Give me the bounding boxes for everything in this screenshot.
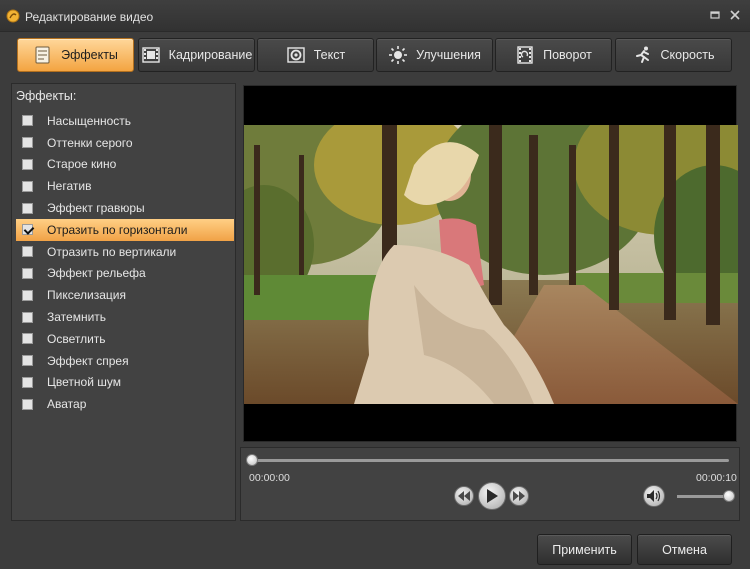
checkbox-checked[interactable]: [22, 224, 33, 236]
effect-label: Пикселизация: [47, 288, 126, 303]
effects-list: Насыщенность Оттенки серого Старое кино …: [12, 110, 236, 415]
effect-item-pixelate[interactable]: Пикселизация: [12, 284, 236, 306]
effect-label: Негатив: [47, 179, 92, 194]
close-icon[interactable]: [728, 9, 742, 23]
rotate-icon: [517, 46, 533, 64]
tab-label: Скорость: [660, 48, 715, 62]
checkbox[interactable]: [22, 311, 33, 323]
effect-label: Отразить по горизонтали: [47, 222, 188, 237]
effect-label: Насыщенность: [47, 113, 132, 128]
effect-item-spray[interactable]: Эффект спрея: [12, 350, 236, 372]
apply-button[interactable]: Применить: [537, 534, 632, 565]
effect-label: Эффект спрея: [47, 353, 129, 368]
effect-label: Эффект гравюры: [47, 201, 145, 216]
volume-slider-track[interactable]: [677, 495, 729, 498]
skip-forward-button[interactable]: [509, 486, 529, 506]
total-time: 00:00:10: [696, 472, 737, 484]
video-preview[interactable]: [243, 85, 738, 442]
checkbox[interactable]: [22, 158, 33, 170]
volume-slider-handle[interactable]: [723, 490, 735, 502]
seek-bar[interactable]: [251, 459, 729, 462]
skip-back-button[interactable]: [454, 486, 474, 506]
effect-label: Аватар: [47, 397, 87, 412]
tab-rotate[interactable]: Поворот: [495, 38, 612, 72]
window-title: Редактирование видео: [25, 10, 154, 24]
checkbox[interactable]: [22, 355, 33, 367]
effect-label: Затемнить: [47, 310, 107, 325]
effect-item-color-noise[interactable]: Цветной шум: [12, 372, 236, 394]
cancel-button[interactable]: Отмена: [637, 534, 732, 565]
checkbox[interactable]: [22, 180, 33, 192]
effect-item-flip-horizontal[interactable]: Отразить по горизонтали: [16, 218, 234, 241]
effects-icon: [35, 46, 50, 64]
app-logo-icon: [6, 9, 20, 23]
tab-enhance[interactable]: Улучшения: [376, 38, 493, 72]
effect-item-emboss[interactable]: Эффект рельефа: [12, 263, 236, 285]
sun-icon: [389, 46, 408, 64]
video-frame: [244, 125, 738, 404]
video-edit-window: Редактирование видео Эффекты Кадрировани…: [0, 0, 750, 569]
checkbox[interactable]: [22, 376, 33, 388]
speaker-icon: [647, 490, 661, 502]
checkbox[interactable]: [22, 137, 33, 149]
tab-label: Поворот: [543, 48, 592, 62]
play-icon: [487, 489, 498, 503]
checkbox[interactable]: [22, 289, 33, 301]
tab-label: Эффекты: [61, 48, 118, 62]
checkbox[interactable]: [22, 398, 33, 410]
effect-item-flip-vertical[interactable]: Отразить по вертикали: [12, 241, 236, 263]
effect-item-engraving[interactable]: Эффект гравюры: [12, 197, 236, 219]
tab-label: Улучшения: [416, 48, 481, 62]
checkbox[interactable]: [22, 333, 33, 345]
effect-item-darken[interactable]: Затемнить: [12, 306, 236, 328]
tab-effects[interactable]: Эффекты: [17, 38, 134, 72]
seek-handle[interactable]: [246, 454, 258, 466]
running-man-icon: [635, 46, 649, 63]
tab-text[interactable]: Текст: [257, 38, 374, 72]
effect-item-saturation[interactable]: Насыщенность: [12, 110, 236, 132]
effect-label: Отразить по вертикали: [47, 244, 177, 259]
effect-item-avatar[interactable]: Аватар: [12, 393, 236, 415]
tab-bar: Эффекты Кадрирование Текст Улучшения Пов…: [14, 38, 738, 74]
play-button[interactable]: [478, 482, 506, 510]
effect-item-grayscale[interactable]: Оттенки серого: [12, 132, 236, 154]
crop-film-icon: [141, 47, 160, 63]
effect-item-old-film[interactable]: Старое кино: [12, 154, 236, 176]
tab-speed[interactable]: Скорость: [615, 38, 732, 72]
tab-label: Кадрирование: [168, 48, 253, 62]
checkbox[interactable]: [22, 115, 33, 127]
effect-label: Оттенки серого: [47, 135, 133, 150]
checkbox[interactable]: [22, 267, 33, 279]
playback-controls: 00:00:00 00:00:10: [240, 447, 740, 521]
effect-item-lighten[interactable]: Осветлить: [12, 328, 236, 350]
skip-back-icon: [458, 491, 470, 501]
effect-label: Старое кино: [47, 157, 117, 172]
effects-panel-header: Эффекты:: [16, 89, 77, 103]
effect-item-negative[interactable]: Негатив: [12, 175, 236, 197]
checkbox[interactable]: [22, 202, 33, 214]
maximize-icon[interactable]: [708, 9, 722, 23]
effect-label: Цветной шум: [47, 375, 121, 390]
skip-forward-icon: [513, 491, 525, 501]
checkbox[interactable]: [22, 246, 33, 258]
effect-label: Осветлить: [47, 331, 106, 346]
volume-button[interactable]: [643, 485, 665, 507]
title-bar[interactable]: Редактирование видео: [0, 0, 750, 32]
current-time: 00:00:00: [249, 472, 290, 484]
effect-label: Эффект рельефа: [47, 266, 146, 281]
effects-panel: Эффекты: Насыщенность Оттенки серого Ста…: [11, 83, 236, 521]
text-icon: [287, 47, 305, 63]
tab-label: Текст: [313, 48, 346, 62]
tab-crop[interactable]: Кадрирование: [138, 38, 255, 72]
